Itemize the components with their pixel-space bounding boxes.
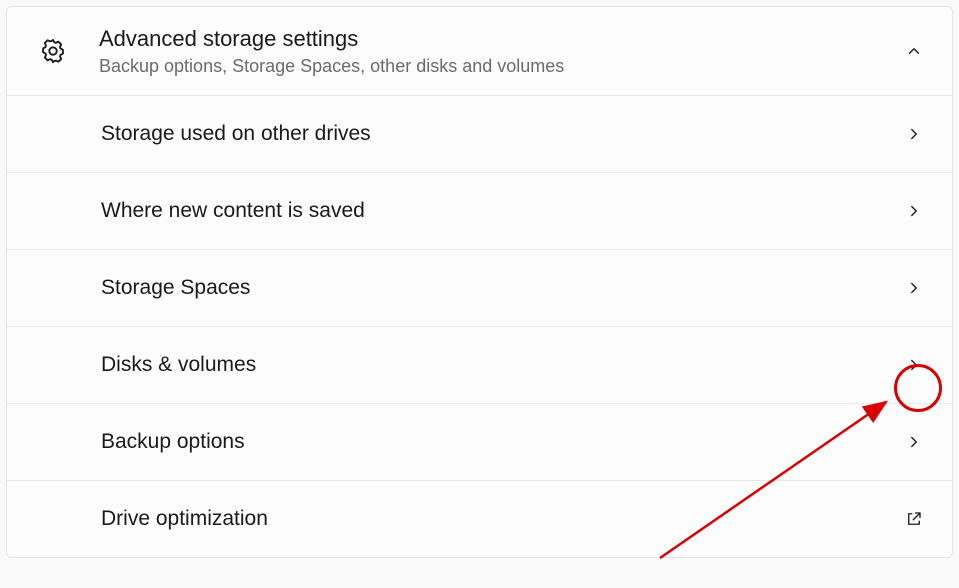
item-drive-optimization[interactable]: Drive optimization bbox=[7, 481, 952, 557]
external-link-icon bbox=[904, 509, 924, 529]
chevron-up-icon bbox=[904, 41, 924, 61]
item-where-new-content-saved[interactable]: Where new content is saved bbox=[7, 173, 952, 250]
item-label: Disks & volumes bbox=[101, 353, 892, 377]
item-label: Drive optimization bbox=[101, 507, 892, 531]
item-label: Where new content is saved bbox=[101, 199, 892, 223]
item-storage-used-other-drives[interactable]: Storage used on other drives bbox=[7, 96, 952, 173]
item-backup-options[interactable]: Backup options bbox=[7, 404, 952, 481]
chevron-right-icon bbox=[904, 355, 924, 375]
chevron-right-icon bbox=[904, 124, 924, 144]
item-label: Storage used on other drives bbox=[101, 122, 892, 146]
advanced-storage-header[interactable]: Advanced storage settings Backup options… bbox=[7, 7, 952, 96]
advanced-storage-panel: Advanced storage settings Backup options… bbox=[6, 6, 953, 558]
header-subtitle: Backup options, Storage Spaces, other di… bbox=[99, 56, 892, 77]
chevron-right-icon bbox=[904, 278, 924, 298]
item-label: Storage Spaces bbox=[101, 276, 892, 300]
header-text: Advanced storage settings Backup options… bbox=[99, 25, 892, 77]
item-label: Backup options bbox=[101, 430, 892, 454]
gear-icon bbox=[39, 37, 67, 65]
item-disks-volumes[interactable]: Disks & volumes bbox=[7, 327, 952, 404]
chevron-right-icon bbox=[904, 432, 924, 452]
chevron-right-icon bbox=[904, 201, 924, 221]
header-title: Advanced storage settings bbox=[99, 25, 892, 54]
item-storage-spaces[interactable]: Storage Spaces bbox=[7, 250, 952, 327]
